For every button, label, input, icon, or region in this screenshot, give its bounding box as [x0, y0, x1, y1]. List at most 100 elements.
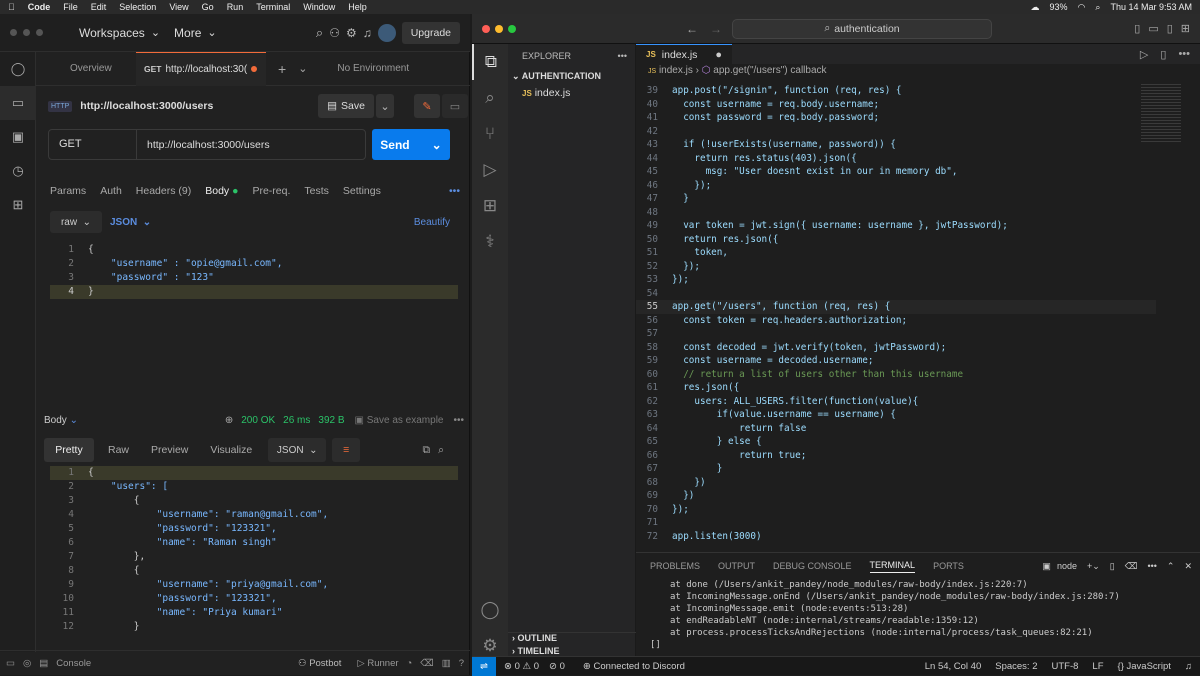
- more-menu[interactable]: More: [174, 26, 201, 40]
- menu-window[interactable]: Window: [303, 2, 335, 12]
- new-terminal-icon[interactable]: +⌄: [1087, 561, 1100, 572]
- ports-indicator[interactable]: ⊘ 0: [549, 661, 565, 672]
- more-options-icon[interactable]: •••: [1178, 48, 1190, 60]
- remote-icon[interactable]: ⇌: [472, 656, 496, 676]
- window-minimize[interactable]: [495, 24, 503, 33]
- edit-pencil-icon[interactable]: ✎: [414, 94, 440, 118]
- invite-icon[interactable]: ⚇: [329, 26, 340, 40]
- encoding[interactable]: UTF-8: [1052, 661, 1079, 672]
- split-editor-icon[interactable]: ▯: [1160, 48, 1166, 61]
- indentation[interactable]: Spaces: 2: [995, 661, 1037, 672]
- folder-authentication[interactable]: ⌄ AUTHENTICATION: [508, 68, 635, 84]
- breadcrumb-file[interactable]: index.js: [659, 65, 693, 76]
- workspaces-menu[interactable]: Workspaces: [79, 26, 145, 40]
- save-options-chevron-icon[interactable]: ⌄: [376, 94, 394, 118]
- window-zoom[interactable]: [508, 24, 516, 33]
- tab-tests[interactable]: Tests: [304, 185, 329, 201]
- kill-terminal-icon[interactable]: ⌫: [1125, 561, 1138, 572]
- environment-select[interactable]: No Environment: [337, 63, 409, 74]
- trash-icon[interactable]: ⌫: [420, 658, 433, 669]
- status-code[interactable]: 200 OK: [241, 415, 275, 426]
- console-icon[interactable]: ▤: [39, 658, 48, 669]
- menu-view[interactable]: View: [169, 2, 188, 12]
- response-body-viewer[interactable]: 1{2 "users": [3 {4 "username": "raman@gm…: [50, 466, 458, 654]
- layout-sidebar-icon[interactable]: ▯: [1134, 22, 1140, 35]
- eol[interactable]: LF: [1092, 661, 1103, 672]
- explorer-icon[interactable]: ⧉: [472, 44, 508, 80]
- send-button[interactable]: Send ⌄: [372, 129, 450, 160]
- back-arrow-icon[interactable]: ←: [686, 22, 698, 36]
- maximize-panel-icon[interactable]: ⌃: [1167, 561, 1175, 572]
- file-index-js[interactable]: JS index.js: [508, 84, 635, 102]
- response-body-select[interactable]: Body ⌄: [44, 415, 78, 426]
- terminal-output[interactable]: at done (/Users/ankit_pandey/node_module…: [636, 579, 1200, 651]
- layout-icon[interactable]: ▥: [442, 658, 451, 669]
- apple-icon[interactable]: : [8, 2, 15, 12]
- cloud-icon[interactable]: ☁: [1031, 2, 1040, 13]
- menu-terminal[interactable]: Terminal: [256, 2, 290, 12]
- bell-icon[interactable]: ♫: [363, 26, 372, 40]
- collections-icon[interactable]: ▭: [0, 86, 36, 120]
- python-icon[interactable]: ⚕: [472, 224, 508, 260]
- tab-pretty[interactable]: Pretty: [44, 438, 94, 462]
- online-icon[interactable]: ◎: [23, 658, 31, 669]
- close-panel-icon[interactable]: ✕: [1184, 561, 1192, 572]
- extensions-icon[interactable]: ⊞: [472, 188, 508, 224]
- response-size[interactable]: 392 B: [318, 415, 344, 426]
- chevron-down-icon[interactable]: ⌄: [298, 62, 307, 75]
- search-icon[interactable]: ⌕: [438, 444, 444, 457]
- tab-body[interactable]: Body ●: [205, 185, 238, 201]
- unsaved-dot[interactable]: ●: [715, 49, 722, 61]
- console-button[interactable]: Console: [56, 658, 91, 669]
- menu-run[interactable]: Run: [227, 2, 244, 12]
- outline-section[interactable]: › OUTLINE: [508, 632, 636, 644]
- split-terminal-icon[interactable]: ▯: [1110, 561, 1115, 572]
- discord-status[interactable]: ⊕ Connected to Discord: [583, 661, 685, 672]
- notifications-icon[interactable]: ♫: [1185, 661, 1192, 672]
- app-menu[interactable]: Code: [28, 2, 51, 12]
- tab-ports[interactable]: PORTS: [933, 561, 964, 571]
- more-options-icon[interactable]: •••: [453, 415, 464, 426]
- layout-panel-icon[interactable]: ▭: [1148, 22, 1158, 35]
- save-button[interactable]: ▤ Save: [318, 94, 374, 118]
- more-options-icon[interactable]: •••: [1147, 561, 1156, 571]
- tab-auth[interactable]: Auth: [100, 185, 122, 201]
- search-icon[interactable]: ⌕: [472, 80, 508, 116]
- response-time[interactable]: 26 ms: [283, 415, 310, 426]
- menu-selection[interactable]: Selection: [119, 2, 156, 12]
- window-minimize[interactable]: [23, 29, 30, 36]
- url-input[interactable]: http://localhost:3000/users: [137, 139, 270, 151]
- sidebar-toggle-icon[interactable]: ▭: [6, 658, 15, 669]
- search-icon[interactable]: ⌕: [316, 25, 323, 41]
- postbot-button[interactable]: ⚇ Postbot: [298, 658, 341, 669]
- tab-preview[interactable]: Preview: [151, 444, 188, 456]
- body-mode-select[interactable]: raw ⌄: [50, 211, 102, 233]
- chevron-down-icon[interactable]: ⌄: [432, 138, 442, 152]
- save-example-button[interactable]: ▣ Save as example: [355, 415, 444, 426]
- more-options-icon[interactable]: •••: [618, 44, 627, 68]
- timeline-section[interactable]: › TIMELINE: [508, 646, 636, 656]
- environments-icon[interactable]: ▣: [0, 120, 36, 154]
- tab-overview[interactable]: Overview: [36, 63, 136, 74]
- tab-index-js[interactable]: JS index.js ●: [636, 44, 733, 64]
- tab-output[interactable]: OUTPUT: [718, 561, 755, 571]
- tab-prereq[interactable]: Pre-req.: [252, 185, 290, 201]
- customize-layout-icon[interactable]: ⊞: [1181, 22, 1190, 35]
- beautify-link[interactable]: Beautify: [414, 217, 450, 228]
- tab-terminal[interactable]: TERMINAL: [869, 560, 916, 573]
- body-format-select[interactable]: JSON ⌄: [110, 217, 151, 228]
- run-icon[interactable]: ▷: [1140, 48, 1148, 61]
- help-icon[interactable]: ?: [459, 658, 464, 669]
- window-close[interactable]: [10, 29, 17, 36]
- menu-help[interactable]: Help: [348, 2, 367, 12]
- copy-icon[interactable]: ⧉: [423, 444, 431, 457]
- avatar[interactable]: [377, 23, 396, 42]
- forward-arrow-icon[interactable]: →: [710, 22, 722, 36]
- user-icon[interactable]: ◯: [0, 52, 36, 86]
- tab-visualize[interactable]: Visualize: [210, 444, 252, 456]
- layout-secondary-icon[interactable]: ▯: [1167, 22, 1173, 35]
- more-options-icon[interactable]: •••: [449, 185, 460, 201]
- source-control-icon[interactable]: ⑂: [472, 116, 508, 152]
- code-editor[interactable]: 39 app.post("/signin", function (req, res…: [636, 84, 1156, 552]
- cursor-position[interactable]: Ln 54, Col 40: [925, 661, 982, 672]
